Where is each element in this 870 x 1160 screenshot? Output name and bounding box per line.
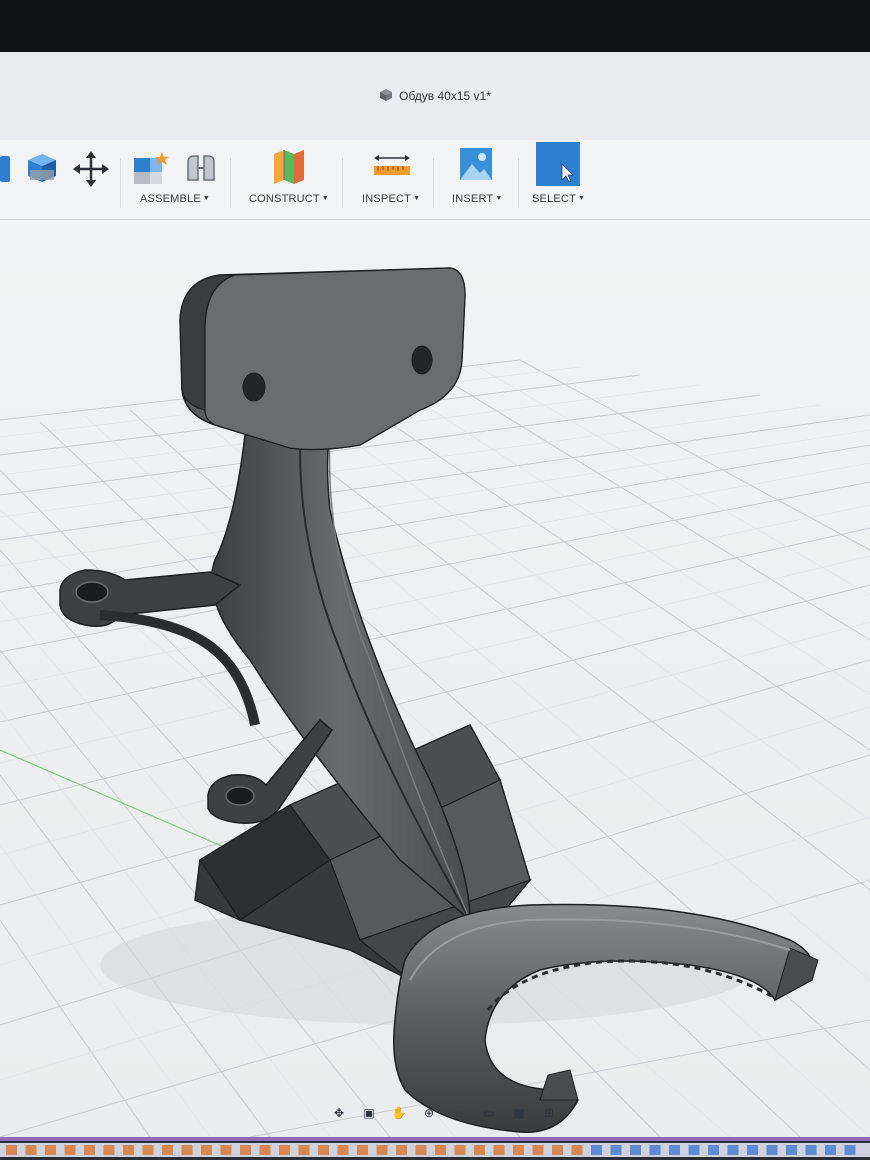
monitor-bezel (0, 0, 870, 55)
toolbar-separator (518, 158, 519, 208)
timeline-feature[interactable] (844, 1145, 856, 1155)
timeline-feature[interactable] (357, 1145, 368, 1155)
timeline-feature[interactable] (123, 1145, 134, 1155)
toolbar: ASSEMBLE ▼ CONSTRUCT ▼ INSPECT ▼ INSERT … (0, 140, 870, 220)
timeline-feature[interactable] (649, 1145, 661, 1155)
timeline-track[interactable] (0, 1143, 870, 1157)
timeline-feature[interactable] (181, 1145, 193, 1155)
chevron-down-icon: ▼ (321, 195, 329, 202)
select-menu[interactable]: SELECT ▼ (532, 193, 585, 205)
timeline-feature[interactable] (708, 1145, 719, 1155)
workspace-grid (0, 220, 870, 1137)
look-at-icon[interactable]: ▣ (358, 1104, 380, 1122)
select-cursor-icon[interactable] (536, 142, 580, 186)
timeline-feature[interactable] (396, 1145, 407, 1155)
canvas-viewport[interactable] (0, 220, 870, 1137)
timeline-feature[interactable] (688, 1145, 700, 1155)
fusion-window: Обдув 40х15 v1* ASSEMBLE ▼ CONSTRUCT ▼ I… (0, 52, 870, 1137)
timeline-feature[interactable] (259, 1145, 271, 1155)
document-tab[interactable]: Обдув 40х15 v1* (0, 88, 870, 103)
cube-icon (380, 89, 393, 101)
timeline-feature[interactable] (415, 1145, 427, 1155)
timeline-feature[interactable] (552, 1145, 563, 1155)
construct-label: CONSTRUCT (249, 193, 320, 205)
timeline-feature[interactable] (25, 1145, 37, 1155)
timeline-feature[interactable] (318, 1145, 329, 1155)
document-title: Обдув 40х15 v1* (399, 89, 491, 103)
timeline-feature[interactable] (805, 1145, 817, 1155)
timeline-feature[interactable] (376, 1145, 388, 1155)
timeline-feature[interactable] (337, 1145, 349, 1155)
assemble-icon[interactable] (132, 150, 170, 186)
timeline-feature[interactable] (630, 1145, 641, 1155)
fit-icon[interactable]: ⌕ (448, 1104, 470, 1122)
timeline-feature[interactable] (64, 1145, 76, 1155)
assemble-menu[interactable]: ASSEMBLE ▼ (140, 193, 210, 205)
title-bar: Обдув 40х15 v1* (0, 52, 870, 140)
chevron-down-icon: ▼ (202, 195, 211, 202)
chevron-down-icon: ▼ (495, 195, 503, 202)
timeline-feature[interactable] (727, 1145, 739, 1155)
timeline-feature[interactable] (669, 1145, 680, 1155)
toolbar-separator (342, 158, 343, 208)
timeline-feature[interactable] (220, 1145, 232, 1155)
timeline-feature[interactable] (454, 1145, 466, 1155)
timeline-feature[interactable] (825, 1145, 836, 1155)
viewports-icon[interactable]: ⊞ (538, 1104, 560, 1122)
timeline-feature[interactable] (493, 1145, 505, 1155)
timeline-highlight (0, 1137, 870, 1141)
timeline-feature[interactable] (571, 1145, 583, 1155)
timeline-feature[interactable] (786, 1145, 797, 1155)
timeline-feature[interactable] (279, 1145, 290, 1155)
timeline-feature[interactable] (513, 1145, 524, 1155)
timeline-feature[interactable] (298, 1145, 310, 1155)
construct-menu[interactable]: CONSTRUCT ▼ (249, 193, 329, 205)
timeline-feature[interactable] (435, 1145, 446, 1155)
timeline-feature[interactable] (747, 1145, 758, 1155)
extrude-icon[interactable] (0, 154, 14, 184)
insert-image-icon[interactable] (458, 146, 494, 182)
timeline-feature[interactable] (6, 1145, 17, 1155)
timeline-feature[interactable] (240, 1145, 251, 1155)
measure-icon[interactable] (372, 152, 412, 182)
orbit-icon[interactable]: ✥ (328, 1104, 350, 1122)
timeline-feature[interactable] (532, 1145, 544, 1155)
timeline-feature[interactable] (474, 1145, 485, 1155)
inspect-label: INSPECT (362, 193, 412, 205)
joint-icon[interactable] (182, 150, 220, 186)
timeline-feature[interactable] (84, 1145, 95, 1155)
insert-label: INSERT (452, 193, 494, 205)
assemble-label: ASSEMBLE (140, 193, 201, 205)
timeline-feature[interactable] (201, 1145, 212, 1155)
timeline-feature[interactable] (142, 1145, 154, 1155)
timeline-features (6, 1145, 856, 1155)
toolbar-separator (230, 158, 231, 208)
toolbar-separator (433, 158, 434, 208)
grid-settings-icon[interactable]: ▦ (508, 1104, 530, 1122)
timeline-feature[interactable] (766, 1145, 778, 1155)
timeline-feature[interactable] (162, 1145, 173, 1155)
timeline-feature[interactable] (103, 1145, 115, 1155)
move-icon[interactable] (72, 150, 110, 188)
select-label: SELECT (532, 193, 576, 205)
chevron-down-icon: ▼ (413, 195, 421, 202)
zoom-icon[interactable]: ⊕ (418, 1104, 440, 1122)
timeline[interactable] (0, 1137, 870, 1160)
insert-menu[interactable]: INSERT ▼ (452, 193, 502, 205)
timeline-feature[interactable] (45, 1145, 56, 1155)
shell-icon[interactable] (24, 150, 60, 186)
toolbar-separator (120, 158, 121, 208)
display-settings-icon[interactable]: ▭ (478, 1104, 500, 1122)
pan-icon[interactable]: ✋ (388, 1104, 410, 1122)
inspect-menu[interactable]: INSPECT ▼ (362, 193, 420, 205)
construct-plane-icon[interactable] (270, 146, 310, 186)
timeline-feature[interactable] (610, 1145, 622, 1155)
navigation-bar: ✥ ▣ ✋ ⊕ ⌕ ▭ ▦ ⊞ (328, 1102, 588, 1124)
chevron-down-icon: ▼ (578, 195, 586, 202)
timeline-feature[interactable] (591, 1145, 602, 1155)
